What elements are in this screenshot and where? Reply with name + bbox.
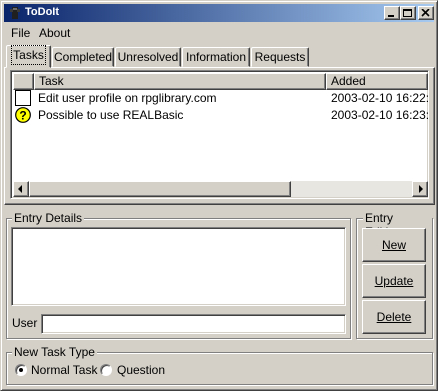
maximize-button[interactable] bbox=[400, 6, 416, 20]
menu-about[interactable]: About bbox=[36, 26, 73, 40]
radio-question[interactable] bbox=[100, 364, 112, 376]
tab-unresolved[interactable]: Unresolved bbox=[115, 47, 181, 67]
task-cell: Possible to use REALBasic bbox=[38, 108, 184, 122]
maximize-icon bbox=[403, 9, 412, 17]
arrow-right-icon bbox=[419, 185, 423, 193]
user-input[interactable] bbox=[41, 314, 346, 334]
horizontal-scrollbar[interactable] bbox=[13, 181, 428, 197]
tab-completed[interactable]: Completed bbox=[52, 47, 114, 67]
tab-requests-label: Requests bbox=[254, 50, 306, 64]
scroll-right-button[interactable] bbox=[412, 181, 428, 197]
entry-details-label: Entry Details bbox=[12, 211, 85, 225]
close-icon bbox=[421, 9, 430, 17]
task-cell: Edit user profile on rpglibrary.com bbox=[38, 91, 217, 105]
tab-tasks[interactable]: Tasks bbox=[6, 45, 51, 68]
app-window: ToDoIt File About Tasks Completed Unreso… bbox=[0, 0, 438, 391]
title-bar[interactable]: ToDoIt bbox=[4, 4, 434, 22]
column-header-task[interactable]: Task bbox=[34, 73, 326, 90]
entry-details-group: Entry Details User bbox=[6, 211, 351, 339]
scroll-thumb[interactable] bbox=[29, 181, 291, 197]
column-header-added[interactable]: Added bbox=[326, 73, 428, 90]
radio-normal-task[interactable] bbox=[15, 364, 27, 376]
window-title: ToDoIt bbox=[25, 6, 60, 18]
scroll-left-button[interactable] bbox=[13, 181, 29, 197]
added-cell: 2003-02-10 16:23:4 bbox=[331, 108, 428, 122]
tab-requests[interactable]: Requests bbox=[251, 47, 309, 67]
new-task-type-group: New Task Type Normal Task Question bbox=[6, 345, 433, 385]
user-label: User bbox=[12, 316, 38, 330]
task-list[interactable]: Task Added Edit user profile on rpglibra… bbox=[10, 70, 429, 199]
close-button[interactable] bbox=[418, 6, 434, 20]
delete-button-label: Delete bbox=[376, 310, 412, 324]
table-row[interactable]: ? Possible to use REALBasic 2003-02-10 1… bbox=[13, 107, 428, 124]
minimize-button[interactable] bbox=[384, 6, 400, 20]
menu-bar: File About bbox=[4, 24, 434, 42]
tab-information-label: Information bbox=[185, 50, 247, 64]
tab-tasks-label: Tasks bbox=[11, 45, 46, 65]
menu-file[interactable]: File bbox=[8, 26, 33, 40]
minimize-icon bbox=[388, 15, 394, 17]
new-button[interactable]: New bbox=[362, 228, 426, 262]
added-cell: 2003-02-10 16:22:0 bbox=[331, 91, 428, 105]
column-header-icon[interactable] bbox=[13, 73, 34, 90]
tab-unresolved-label: Unresolved bbox=[117, 50, 179, 64]
delete-button[interactable]: Delete bbox=[362, 300, 426, 334]
svg-text:?: ? bbox=[19, 108, 26, 122]
table-row[interactable]: Edit user profile on rpglibrary.com 2003… bbox=[13, 90, 428, 107]
radio-normal-task-label[interactable]: Normal Task bbox=[31, 363, 97, 377]
question-icon: ? bbox=[15, 107, 31, 123]
radio-selected-dot bbox=[19, 368, 23, 372]
update-button-label: Update bbox=[374, 274, 414, 288]
update-button[interactable]: Update bbox=[362, 264, 426, 298]
radio-question-label[interactable]: Question bbox=[117, 363, 165, 377]
arrow-left-icon bbox=[18, 185, 22, 193]
details-textarea[interactable] bbox=[11, 227, 346, 306]
new-task-type-label: New Task Type bbox=[12, 345, 97, 359]
app-icon[interactable] bbox=[7, 5, 23, 21]
new-button-label: New bbox=[381, 238, 406, 252]
tab-information[interactable]: Information bbox=[182, 47, 250, 67]
tab-completed-label: Completed bbox=[53, 50, 113, 64]
checkbox-icon[interactable] bbox=[15, 90, 31, 106]
